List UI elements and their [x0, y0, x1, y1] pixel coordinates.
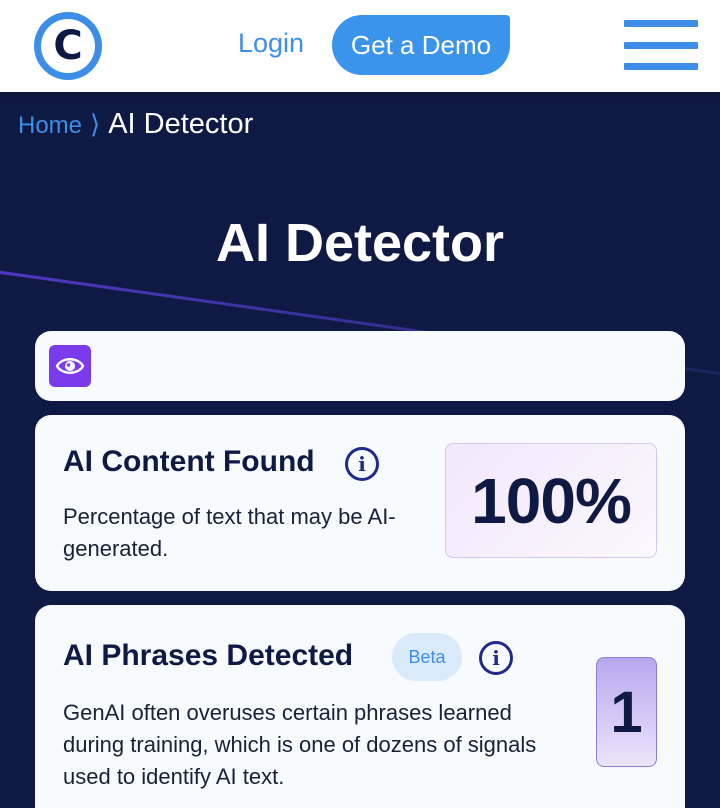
- ai-phrases-title: AI Phrases Detected: [63, 639, 354, 672]
- hamburger-menu-icon[interactable]: [624, 20, 698, 70]
- page-title: AI Detector: [215, 213, 505, 273]
- ai-phrases-count[interactable]: 1: [596, 657, 657, 767]
- beta-badge: Beta: [392, 633, 462, 681]
- breadcrumb: Home ⟩ AI Detector: [18, 108, 253, 141]
- menu-line: [624, 41, 698, 49]
- breadcrumb-separator: ⟩: [90, 109, 101, 139]
- ai-content-card: AI Content Found i Percentage of text th…: [35, 415, 685, 591]
- ai-phrases-description: GenAI often overuses certain phrases lea…: [63, 700, 537, 789]
- menu-line: [624, 20, 698, 27]
- eye-icon[interactable]: [49, 345, 91, 387]
- ai-phrases-card: AI Phrases Detected Beta i GenAI often o…: [35, 605, 685, 808]
- info-icon[interactable]: i: [479, 641, 513, 675]
- menu-line: [624, 63, 698, 70]
- ai-content-description: Percentage of text that may be AI-genera…: [63, 504, 396, 561]
- top-navigation-bar: C Login Get a Demo: [0, 0, 720, 92]
- logo[interactable]: C: [34, 12, 102, 80]
- ai-content-title: AI Content Found: [63, 445, 315, 478]
- login-link[interactable]: Login: [238, 28, 304, 59]
- breadcrumb-current: AI Detector: [108, 108, 254, 140]
- info-icon[interactable]: i: [345, 447, 379, 481]
- get-a-demo-button[interactable]: Get a Demo: [332, 15, 510, 75]
- breadcrumb-home-link[interactable]: Home: [18, 112, 82, 140]
- logo-letter: C: [41, 19, 95, 73]
- ai-content-percentage: 100%: [445, 443, 657, 558]
- toolbar-card: [35, 331, 685, 401]
